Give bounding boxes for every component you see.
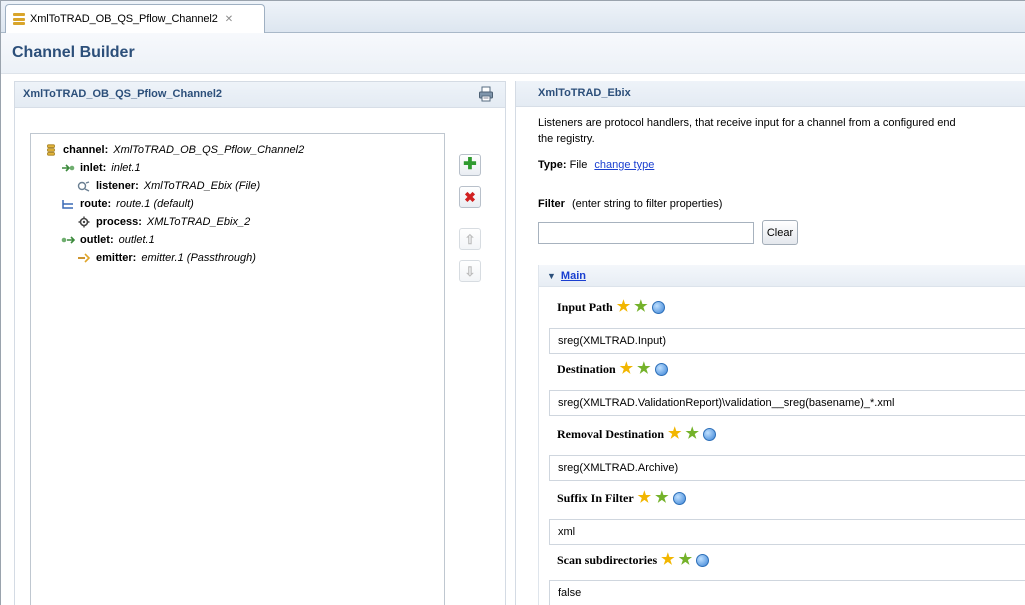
destination-field[interactable]: sreg(XMLTRAD.ValidationReport)\validatio… bbox=[549, 390, 1025, 416]
emitter-key: emitter: bbox=[96, 252, 137, 264]
channel-file-icon bbox=[13, 12, 25, 26]
property-label-text: Input Path bbox=[557, 300, 613, 314]
property-label-removal-destination: Removal Destination ★ ★ bbox=[557, 427, 716, 442]
emitter-value: emitter.1 (Passthrough) bbox=[141, 252, 256, 264]
description-line-2: the registry. bbox=[538, 133, 595, 145]
right-panel-title: XmlToTRAD_Ebix bbox=[538, 87, 631, 99]
property-label-scan-subdirectories: Scan subdirectories ★ ★ bbox=[557, 553, 710, 568]
route-icon bbox=[62, 200, 73, 209]
inlet-key: inlet: bbox=[80, 162, 107, 174]
page-title: Channel Builder bbox=[12, 44, 135, 61]
left-panel-header: XmlToTRAD_OB_QS_Pflow_Channel2 bbox=[15, 82, 505, 108]
channel-structure-panel: XmlToTRAD_OB_QS_Pflow_Channel2 channel: … bbox=[14, 81, 506, 605]
print-icon[interactable] bbox=[478, 86, 494, 102]
star-icon[interactable]: ★ bbox=[617, 300, 630, 315]
star-plus-icon[interactable]: ★ bbox=[634, 300, 647, 315]
star-icon[interactable]: ★ bbox=[638, 491, 651, 506]
main-section: ▼ Main Input Path ★ ★ sreg(XMLTRAD.Input… bbox=[538, 265, 1025, 605]
info-icon[interactable] bbox=[696, 554, 710, 567]
editor-tab-strip: XmlToTRAD_OB_QS_Pflow_Channel2 ✕ bbox=[1, 1, 1025, 33]
tab-close-icon[interactable]: ✕ bbox=[225, 14, 233, 25]
left-panel-title: XmlToTRAD_OB_QS_Pflow_Channel2 bbox=[23, 88, 223, 100]
route-value: route.1 (default) bbox=[116, 198, 194, 210]
outlet-value: outlet.1 bbox=[118, 234, 155, 246]
move-down-icon: ⇩ bbox=[464, 263, 476, 279]
star-icon[interactable]: ★ bbox=[661, 553, 674, 568]
star-plus-icon[interactable]: ★ bbox=[655, 491, 668, 506]
channel-key: channel: bbox=[63, 144, 109, 156]
properties-panel: XmlToTRAD_Ebix Listeners are protocol ha… bbox=[515, 81, 1025, 605]
type-row: Type: File change type bbox=[538, 159, 654, 171]
inlet-value: inlet.1 bbox=[111, 162, 141, 174]
info-icon[interactable] bbox=[702, 428, 716, 441]
filter-hint: (enter string to filter properties) bbox=[571, 198, 723, 210]
app-window: XmlToTRAD_OB_QS_Pflow_Channel2 ✕ Channel… bbox=[0, 0, 1025, 605]
channel-tree[interactable]: channel: XmlToTRAD_OB_QS_Pflow_Channel2 … bbox=[30, 133, 445, 605]
property-label-input-path: Input Path ★ ★ bbox=[557, 300, 665, 315]
route-key: route: bbox=[80, 198, 112, 210]
star-icon[interactable]: ★ bbox=[668, 427, 681, 442]
tree-node-inlet[interactable]: inlet: inlet.1 bbox=[61, 162, 141, 174]
right-panel-header: XmlToTRAD_Ebix bbox=[516, 81, 1025, 107]
editor-header: Channel Builder bbox=[1, 33, 1025, 74]
filter-label-row: Filter (enter string to filter propertie… bbox=[538, 198, 722, 210]
outlet-key: outlet: bbox=[80, 234, 114, 246]
property-label-suffix-in-filter: Suffix In Filter ★ ★ bbox=[557, 491, 686, 506]
tree-node-listener[interactable]: listener: XmlToTRAD_Ebix (File) bbox=[77, 180, 260, 192]
move-up-button[interactable]: ⇧ bbox=[459, 228, 481, 250]
emitter-icon bbox=[78, 253, 91, 263]
info-icon[interactable] bbox=[651, 301, 665, 314]
filter-input[interactable] bbox=[538, 222, 754, 244]
filter-label: Filter bbox=[538, 198, 565, 210]
inlet-icon bbox=[62, 164, 75, 172]
tree-node-route[interactable]: route: route.1 (default) bbox=[61, 198, 194, 210]
tree-node-outlet[interactable]: outlet: outlet.1 bbox=[61, 234, 155, 246]
move-up-icon: ⇧ bbox=[464, 231, 476, 247]
star-plus-icon[interactable]: ★ bbox=[679, 553, 692, 568]
delete-node-button[interactable]: ✖ bbox=[459, 186, 481, 208]
type-value: File bbox=[569, 159, 588, 171]
star-plus-icon[interactable]: ★ bbox=[685, 427, 698, 442]
tab-title: XmlToTRAD_OB_QS_Pflow_Channel2 bbox=[30, 13, 218, 25]
outlet-icon bbox=[61, 236, 75, 244]
tree-node-emitter[interactable]: emitter: emitter.1 (Passthrough) bbox=[77, 252, 256, 264]
clear-button[interactable]: Clear bbox=[762, 220, 798, 245]
star-plus-icon[interactable]: ★ bbox=[637, 362, 650, 377]
property-label-text: Scan subdirectories bbox=[557, 553, 658, 567]
tree-node-process[interactable]: process: XMLToTRAD_Ebix_2 bbox=[77, 216, 250, 228]
main-section-header[interactable]: ▼ Main bbox=[539, 265, 1025, 287]
process-value: XMLToTRAD_Ebix_2 bbox=[146, 216, 251, 228]
change-type-link[interactable]: change type bbox=[594, 159, 654, 171]
property-label-text: Suffix In Filter bbox=[557, 491, 634, 505]
delete-icon: ✖ bbox=[464, 189, 476, 205]
add-icon: ✚ bbox=[463, 156, 477, 173]
info-icon[interactable] bbox=[654, 363, 668, 376]
channel-icon bbox=[47, 144, 55, 156]
listener-icon bbox=[77, 181, 90, 192]
scan-subdirectories-field[interactable]: false bbox=[549, 580, 1025, 605]
add-node-button[interactable]: ✚ bbox=[459, 154, 481, 176]
description-line-1: Listeners are protocol handlers, that re… bbox=[538, 117, 956, 129]
removal-destination-field[interactable]: sreg(XMLTRAD.Archive) bbox=[549, 455, 1025, 481]
channel-value: XmlToTRAD_OB_QS_Pflow_Channel2 bbox=[113, 144, 305, 156]
type-label: Type: bbox=[538, 159, 567, 171]
listener-value: XmlToTRAD_Ebix (File) bbox=[143, 180, 261, 192]
move-down-button[interactable]: ⇩ bbox=[459, 260, 481, 282]
process-icon bbox=[78, 216, 90, 228]
suffix-in-filter-field[interactable]: xml bbox=[549, 519, 1025, 545]
property-label-text: Removal Destination bbox=[557, 427, 664, 441]
process-key: process: bbox=[96, 216, 142, 228]
info-icon[interactable] bbox=[672, 492, 686, 505]
editor-tab[interactable]: XmlToTRAD_OB_QS_Pflow_Channel2 ✕ bbox=[5, 4, 265, 33]
listener-key: listener: bbox=[96, 180, 139, 192]
property-label-text: Destination bbox=[557, 362, 616, 376]
property-label-destination: Destination ★ ★ bbox=[557, 362, 668, 377]
main-section-label[interactable]: Main bbox=[561, 270, 586, 282]
input-path-field[interactable]: sreg(XMLTRAD.Input) bbox=[549, 328, 1025, 354]
collapse-triangle-icon[interactable]: ▼ bbox=[547, 271, 556, 281]
tree-node-channel[interactable]: channel: XmlToTRAD_OB_QS_Pflow_Channel2 bbox=[44, 144, 304, 156]
star-icon[interactable]: ★ bbox=[620, 362, 633, 377]
